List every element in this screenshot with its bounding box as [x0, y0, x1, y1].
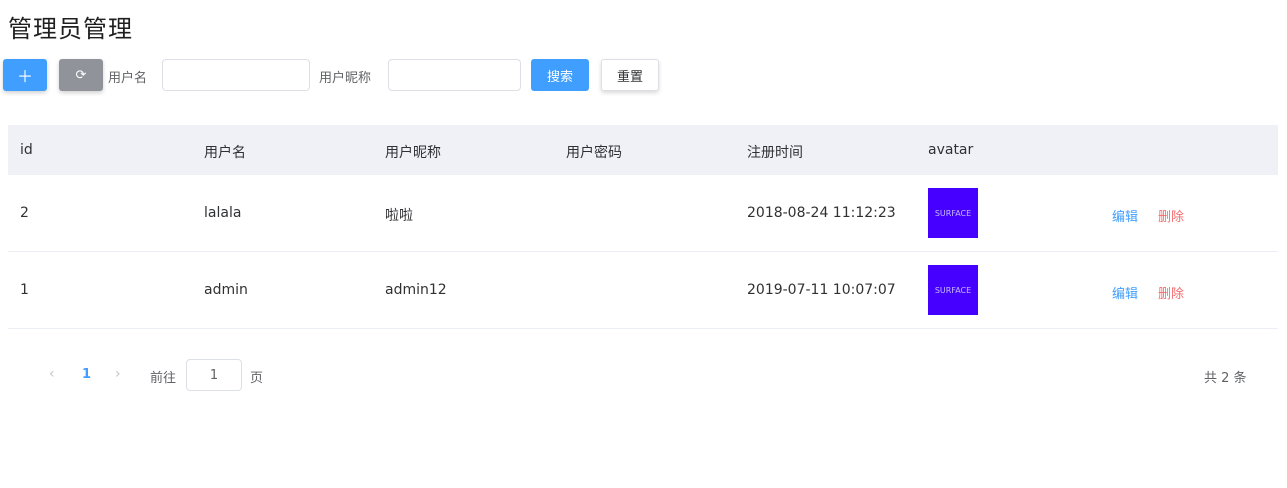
add-button[interactable]: ＋ — [3, 59, 47, 91]
table-header: id 用户名 用户昵称 用户密码 注册时间 avatar — [8, 125, 1278, 175]
avatar-image: SURFACE — [928, 188, 978, 238]
page-number-current[interactable]: 1 — [82, 367, 91, 382]
cell-id: 2 — [20, 205, 29, 221]
nickname-filter-label: 用户昵称 — [319, 71, 372, 86]
pagination: ‹ 1 › 前往 页 — [45, 359, 345, 391]
cell-nickname: 啦啦 — [385, 208, 413, 224]
delete-link[interactable]: 删除 — [1158, 283, 1184, 302]
edit-link[interactable]: 编辑 — [1112, 206, 1138, 225]
cell-nickname: admin12 — [385, 282, 447, 298]
column-header-avatar[interactable]: avatar — [928, 142, 973, 158]
table-row: 2 lalala 啦啦 2018-08-24 11:12:23 SURFACE … — [8, 175, 1278, 252]
username-filter-input[interactable] — [162, 59, 310, 91]
toolbar: ＋ ⟳ 用户名 用户昵称 搜索 重置 — [3, 59, 683, 91]
goto-page-input[interactable] — [186, 359, 242, 391]
cell-register-time: 2018-08-24 11:12:23 — [747, 205, 896, 221]
plus-icon: ＋ — [16, 67, 33, 86]
edit-link[interactable]: 编辑 — [1112, 283, 1138, 302]
table-row: 1 admin admin12 2019-07-11 10:07:07 SURF… — [8, 252, 1278, 329]
cell-id: 1 — [20, 282, 29, 298]
search-button[interactable]: 搜索 — [531, 59, 589, 91]
column-header-username[interactable]: 用户名 — [204, 142, 246, 162]
total-count: 共 2 条 — [1204, 371, 1247, 386]
reset-button[interactable]: 重置 — [601, 59, 659, 91]
cell-username: admin — [204, 282, 248, 298]
column-header-password[interactable]: 用户密码 — [566, 142, 622, 162]
page-suffix-label: 页 — [250, 371, 264, 386]
cell-username: lalala — [204, 205, 242, 221]
next-page-icon[interactable]: › — [115, 366, 121, 382]
avatar-image: SURFACE — [928, 265, 978, 315]
admin-management-page: 管理员管理 ＋ ⟳ 用户名 用户昵称 搜索 重置 id 用户名 用户昵称 用户密… — [0, 0, 1287, 488]
avatar-text: SURFACE — [934, 285, 972, 295]
goto-label: 前往 — [150, 371, 177, 386]
column-header-id[interactable]: id — [20, 142, 33, 158]
username-filter-label: 用户名 — [108, 71, 148, 86]
prev-page-icon[interactable]: ‹ — [49, 366, 55, 382]
cell-register-time: 2019-07-11 10:07:07 — [747, 282, 896, 298]
column-header-register-time[interactable]: 注册时间 — [747, 142, 803, 162]
refresh-button[interactable]: ⟳ — [59, 59, 103, 91]
admin-table: id 用户名 用户昵称 用户密码 注册时间 avatar 2 lalala 啦啦… — [8, 125, 1278, 329]
column-header-nickname[interactable]: 用户昵称 — [385, 142, 441, 162]
delete-link[interactable]: 删除 — [1158, 206, 1184, 225]
refresh-icon: ⟳ — [75, 67, 87, 83]
page-title: 管理员管理 — [8, 15, 133, 43]
nickname-filter-input[interactable] — [388, 59, 521, 91]
avatar-text: SURFACE — [934, 208, 972, 218]
